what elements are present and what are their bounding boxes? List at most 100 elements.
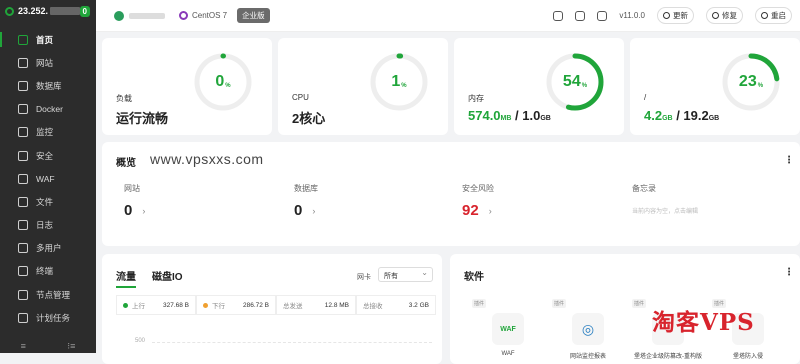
disk-gauge: 23% bbox=[720, 51, 782, 113]
sidebar-item-files[interactable]: 文件 bbox=[0, 190, 96, 213]
disk-used-unit: GB bbox=[662, 115, 673, 122]
software-name: 网站监控报表 bbox=[569, 354, 606, 360]
sidebar-item-nodes[interactable]: 节点管理 bbox=[0, 283, 96, 306]
software-item-site-monitor[interactable]: 插件 ◎ 网站监控报表 bbox=[548, 299, 628, 360]
update-icon bbox=[663, 12, 670, 19]
sidebar-item-label: 首页 bbox=[36, 34, 54, 45]
main-area: CentOS 7 企业版 v11.0.0 更新 修复 重启 0% 负载 运行流畅… bbox=[96, 0, 800, 364]
load-gauge: 0% bbox=[192, 51, 254, 113]
topbar: CentOS 7 企业版 v11.0.0 更新 修复 重启 bbox=[96, 0, 800, 32]
separator: / bbox=[511, 108, 523, 123]
avatar[interactable] bbox=[114, 10, 124, 21]
notification-badge[interactable]: 0 bbox=[79, 5, 90, 17]
repair-label: 修复 bbox=[722, 11, 737, 20]
sidebar-item-label: 节点管理 bbox=[36, 289, 71, 300]
sidebar-footer: ≡ ⁝≡ bbox=[0, 339, 96, 353]
software-item-waf[interactable]: 插件 WAF WAF bbox=[468, 299, 548, 357]
monitor-icon bbox=[18, 127, 28, 138]
memory-used: 574.0 bbox=[468, 108, 501, 123]
sidebar-item-cron[interactable]: 计划任务 bbox=[0, 306, 96, 329]
sidebar-item-label: 数据库 bbox=[36, 80, 62, 91]
memory-gauge: 54% bbox=[544, 51, 606, 113]
more-menu-icon[interactable]: ⋮ bbox=[784, 155, 794, 166]
collapse-menu-icon[interactable]: ≡ bbox=[21, 341, 26, 351]
overview-memo[interactable]: 备忘录 当前内容为空，点击编辑 bbox=[632, 183, 698, 215]
update-button[interactable]: 更新 bbox=[657, 7, 694, 24]
sidebar-item-database[interactable]: 数据库 bbox=[0, 74, 96, 97]
sidebar-item-home[interactable]: 首页 bbox=[0, 28, 96, 51]
users-icon bbox=[18, 243, 28, 254]
sidebar-item-logs[interactable]: 日志 bbox=[0, 214, 96, 237]
nodes-icon bbox=[18, 289, 28, 300]
overview-sites[interactable]: 网站 0 › bbox=[124, 183, 145, 219]
centos-icon bbox=[179, 11, 188, 20]
overview-databases[interactable]: 数据库 0 › bbox=[294, 183, 318, 219]
restart-button[interactable]: 重启 bbox=[755, 7, 792, 24]
overview-title: 概览 bbox=[116, 158, 136, 169]
download-value: 286.72 B bbox=[242, 301, 269, 309]
server-header[interactable]: 23.252. 0 bbox=[0, 0, 96, 22]
nic-select[interactable]: 所有 bbox=[378, 267, 433, 282]
total-sent-stat: 总发送 12.8 MB bbox=[276, 295, 356, 315]
memory-card[interactable]: 54% 内存 574.0MB / 1.0GB bbox=[454, 38, 624, 135]
update-label: 更新 bbox=[673, 11, 688, 20]
waf-shield-icon: WAF bbox=[492, 313, 524, 345]
terminal-icon bbox=[18, 266, 28, 277]
more-menu-icon[interactable]: ⋮ bbox=[784, 267, 794, 278]
sidebar-item-waf[interactable]: WAF bbox=[0, 167, 96, 190]
sidebar-item-terminal[interactable]: 终端 bbox=[0, 260, 96, 283]
cpu-percent: 1 bbox=[391, 73, 401, 90]
chevron-right-icon: › bbox=[488, 205, 492, 216]
overview-security-risk[interactable]: 安全风险 92 › bbox=[462, 183, 494, 219]
pct-unit: % bbox=[401, 83, 407, 89]
sidebar-item-label: 监控 bbox=[36, 127, 54, 138]
server-ip: 23.252. bbox=[17, 6, 48, 16]
sidebar-item-label: WAF bbox=[36, 173, 55, 184]
sidebar-item-monitor[interactable]: 监控 bbox=[0, 121, 96, 144]
sites-label: 网站 bbox=[124, 184, 140, 193]
repair-button[interactable]: 修复 bbox=[706, 7, 743, 24]
cpu-card[interactable]: 1% CPU 2核心 bbox=[278, 38, 448, 135]
sidebar-nav: 首页 网站 数据库 Docker 监控 安全 WAF 文件 日志 多用户 终端 … bbox=[0, 28, 96, 329]
databases-label: 数据库 bbox=[294, 184, 318, 193]
pct-unit: % bbox=[757, 83, 764, 89]
traffic-tabs: 流量 磁盘IO bbox=[116, 268, 183, 288]
sites-count: 0 bbox=[124, 202, 133, 219]
download-label: 下行 bbox=[212, 303, 225, 310]
globe-icon bbox=[18, 57, 28, 68]
notes-icon[interactable] bbox=[597, 10, 608, 21]
bell-icon[interactable] bbox=[575, 10, 586, 21]
theme-icon[interactable] bbox=[553, 10, 564, 21]
edition-badge: 企业版 bbox=[237, 8, 270, 23]
memory-total-unit: GB bbox=[540, 115, 551, 122]
calendar-icon bbox=[18, 312, 28, 323]
load-percent: 0 bbox=[215, 73, 225, 90]
folder-icon bbox=[18, 196, 28, 207]
memory-percent: 54 bbox=[562, 73, 581, 90]
cpu-cores: 2核心 bbox=[292, 111, 326, 126]
wrench-icon bbox=[712, 12, 719, 19]
sidebar-item-security[interactable]: 安全 bbox=[0, 144, 96, 167]
tab-traffic[interactable]: 流量 bbox=[116, 268, 136, 288]
chevron-right-icon: › bbox=[142, 205, 146, 216]
sidebar-item-website[interactable]: 网站 bbox=[0, 51, 96, 74]
software-title: 软件 bbox=[464, 272, 484, 283]
home-icon bbox=[18, 34, 28, 45]
target-icon: ◎ bbox=[572, 313, 604, 345]
tab-disk-io[interactable]: 磁盘IO bbox=[152, 268, 183, 288]
disk-card[interactable]: 23% / 4.2GB / 19.2GB bbox=[630, 38, 800, 135]
upload-value: 327.68 B bbox=[162, 301, 189, 309]
sidebar-item-label: 多用户 bbox=[36, 243, 62, 254]
menu-settings-icon[interactable]: ⁝≡ bbox=[67, 341, 75, 352]
sidebar-item-multiuser[interactable]: 多用户 bbox=[0, 237, 96, 260]
overview-card: 概览 www.vpsxxs.com ⋮ 网站 0 › 数据库 0 › 安全风险 92… bbox=[102, 142, 800, 246]
load-card[interactable]: 0% 负载 运行流畅 bbox=[102, 38, 272, 135]
brand-watermark: 淘客VPS bbox=[652, 309, 755, 336]
sidebar-item-docker[interactable]: Docker bbox=[0, 98, 96, 121]
disk-percent: 23 bbox=[738, 73, 757, 90]
total-received-stat: 总接收 3.2 GB bbox=[356, 295, 436, 315]
download-stat: 下行 286.72 B bbox=[196, 295, 276, 315]
disk-total: 19.2 bbox=[683, 108, 709, 123]
software-name: WAF bbox=[501, 351, 515, 357]
gridline bbox=[152, 342, 432, 343]
